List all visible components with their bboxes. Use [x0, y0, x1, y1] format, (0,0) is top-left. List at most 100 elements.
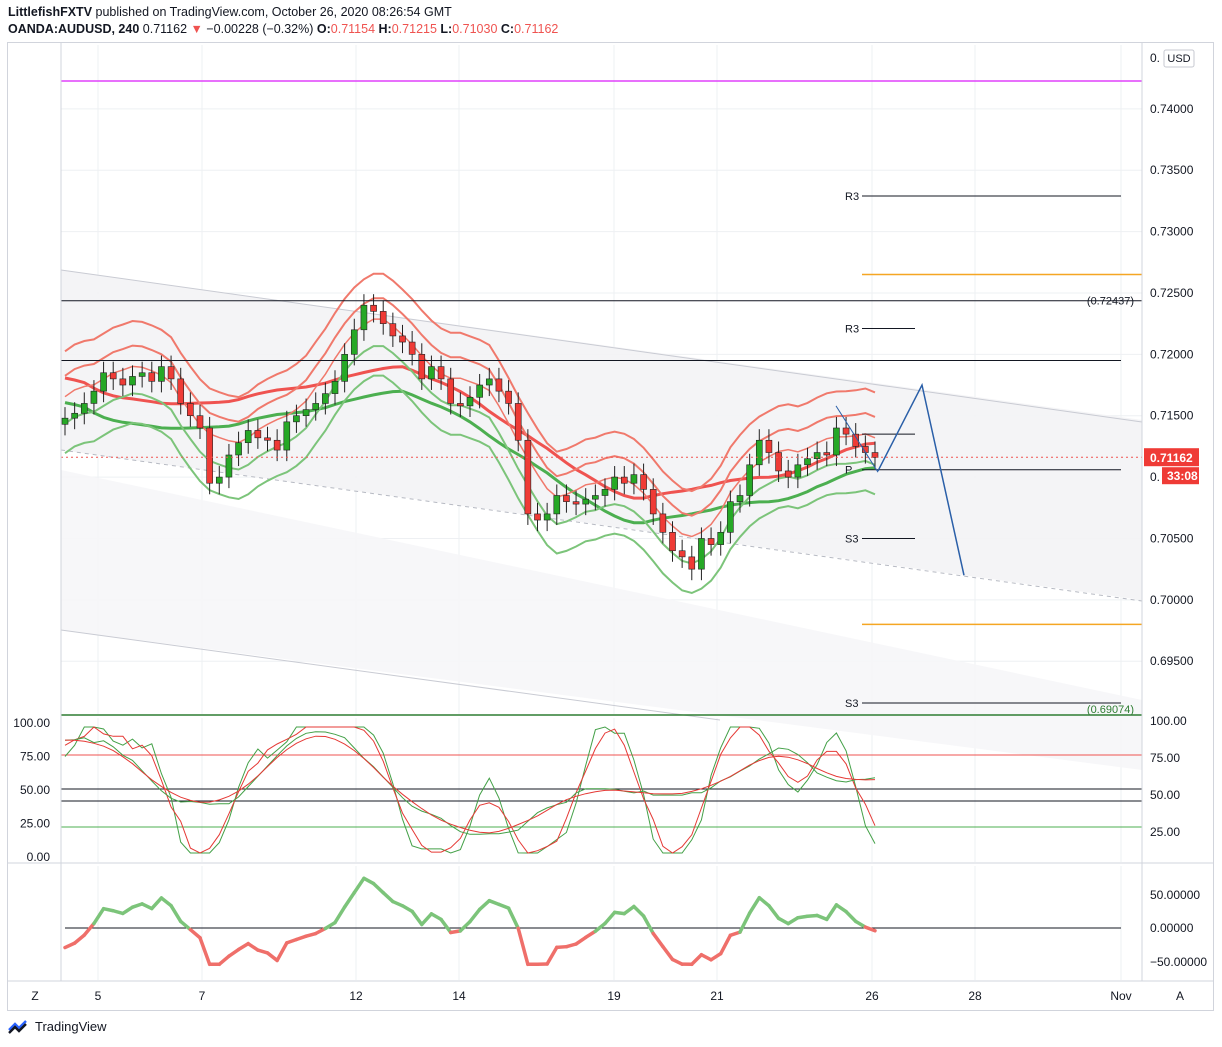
candle-body [225, 454, 233, 478]
candle-body [736, 495, 744, 502]
candle-body [302, 409, 310, 417]
stoch-left-label: 75.00 [20, 750, 50, 764]
momentum-segment [516, 926, 530, 967]
candle-body [418, 354, 426, 380]
candle-body [80, 403, 88, 414]
candle-body [572, 501, 580, 505]
footer-brand[interactable]: TradingView [35, 1019, 107, 1034]
stoch-axis-label: 100.00 [1150, 714, 1187, 728]
price-label: 0.70500 [1150, 531, 1194, 545]
auto-scale-button: A [1176, 989, 1184, 1003]
candle-body [727, 501, 734, 533]
pivot-label: P [845, 465, 852, 477]
candle-body [659, 513, 667, 533]
candle-body [264, 437, 271, 441]
momentum-segment [82, 921, 96, 937]
candle-body [109, 372, 117, 380]
momentum-segment [574, 935, 588, 946]
momentum-segment [265, 951, 279, 963]
momentum-segment [825, 903, 839, 922]
candle-body [476, 384, 483, 398]
pivot-label: S3 [845, 698, 858, 710]
candle-body [640, 474, 647, 490]
momentum-segment [834, 903, 848, 914]
time-label: 19 [607, 989, 621, 1003]
candle-body [543, 513, 551, 521]
time-label: 7 [199, 989, 206, 1003]
momentum-segment [545, 945, 559, 966]
momentum-segment [159, 896, 173, 908]
candle-body [775, 452, 782, 472]
time-label: 28 [968, 989, 982, 1003]
momentum-segment [198, 936, 212, 967]
momentum-segment [217, 954, 231, 967]
candle-body [784, 470, 792, 478]
stoch-slow-green [64, 731, 876, 835]
candle-body [408, 341, 416, 355]
candle-body [678, 550, 686, 558]
candle-body [119, 378, 127, 386]
candle-body [505, 390, 512, 404]
candle-body [138, 372, 146, 377]
price-label: 0.73500 [1150, 163, 1194, 177]
time-label: 21 [710, 989, 724, 1003]
stoch-axis-label: 75.00 [1150, 751, 1180, 765]
momentum-segment [747, 895, 762, 915]
candle-body [100, 372, 107, 392]
momentum-segment [371, 881, 385, 895]
price-label: 0.70000 [1150, 593, 1194, 607]
momentum-segment [718, 933, 733, 956]
candle-body [707, 538, 715, 545]
candle-body [601, 489, 609, 496]
momentum-axis-label: 50.00000 [1150, 888, 1200, 902]
candle-body [553, 495, 561, 515]
price-label: 0. [1150, 51, 1160, 65]
momentum-segment [420, 912, 434, 927]
candle-body [360, 304, 368, 331]
candle-body [341, 354, 348, 382]
candle-body [254, 430, 262, 439]
momentum-segment [651, 931, 665, 949]
candle-body [187, 403, 194, 417]
candle-body [244, 430, 252, 444]
candle-body [794, 464, 802, 478]
candle-body [71, 412, 78, 419]
momentum-segment [641, 914, 655, 936]
momentum-segment [632, 904, 646, 918]
time-label: 5 [95, 989, 102, 1003]
candle-body [399, 335, 406, 343]
momentum-axis-label: 0.00000 [1150, 921, 1194, 935]
candle-body [842, 427, 850, 435]
candle-body [61, 417, 69, 425]
stoch-left-label: 0.00 [27, 850, 51, 864]
momentum-segment [690, 952, 704, 967]
pivot-label: R3 [845, 191, 859, 203]
candle-body [485, 378, 493, 386]
momentum-segment [622, 904, 636, 916]
price-label: 0.72500 [1150, 286, 1194, 300]
candle-body [215, 476, 223, 484]
candle-body [765, 439, 773, 453]
candle-body [514, 403, 522, 441]
momentum-segment [477, 898, 492, 912]
candle-body [293, 415, 300, 423]
chart-canvas[interactable]: (0.72437) (0.69074) R3 R3 P S3 S3 100.00 75.00 5… [0, 0, 1222, 1047]
candle-body [630, 474, 638, 484]
candle-body [534, 513, 541, 521]
stoch-left-label: 50.00 [20, 783, 50, 797]
candle-body [447, 378, 455, 404]
candle-body [717, 532, 725, 545]
momentum-axis-label: −50.00000 [1150, 955, 1207, 969]
candle-body [466, 396, 474, 407]
candle-body [196, 415, 204, 429]
momentum-segment [92, 906, 106, 926]
stoch-axis-label: 50.00 [1150, 788, 1180, 802]
currency-label: USD [1167, 53, 1190, 65]
last-price-badge-text: 0.71162 [1150, 451, 1193, 465]
candle-body [813, 452, 821, 459]
level-low-label: (0.69074) [1087, 704, 1134, 716]
time-label: 12 [349, 989, 363, 1003]
momentum-segment [72, 933, 87, 945]
candle-body [457, 403, 464, 407]
momentum-segment [458, 919, 472, 933]
